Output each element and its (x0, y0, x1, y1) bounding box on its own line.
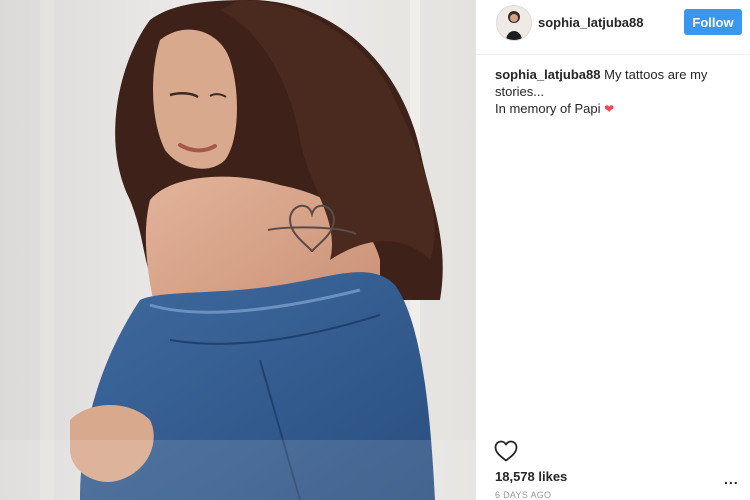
avatar[interactable] (496, 5, 532, 41)
likes-count[interactable]: 18,578 likes (495, 469, 567, 484)
more-dots-icon[interactable]: ... (724, 471, 739, 487)
post-photo[interactable] (0, 0, 476, 500)
username-link[interactable]: sophia_latjuba88 (538, 15, 643, 30)
post-sidebar: sophia_latjuba88 Follow sophia_latjuba88… (476, 0, 750, 500)
caption-text-line2: In memory of Papi (495, 101, 601, 116)
heart-outline-icon[interactable] (494, 440, 518, 462)
avatar-image (497, 6, 531, 40)
post-timestamp: 6 DAYS AGO (495, 490, 552, 500)
follow-button[interactable]: Follow (684, 9, 742, 35)
heart-emoji-icon: ❤ (604, 102, 615, 116)
post-header: sophia_latjuba88 Follow (476, 0, 750, 55)
caption-username-link[interactable]: sophia_latjuba88 (495, 67, 600, 82)
photo-image (0, 0, 476, 500)
post-caption: sophia_latjuba88 My tattoos are my stori… (495, 66, 745, 118)
